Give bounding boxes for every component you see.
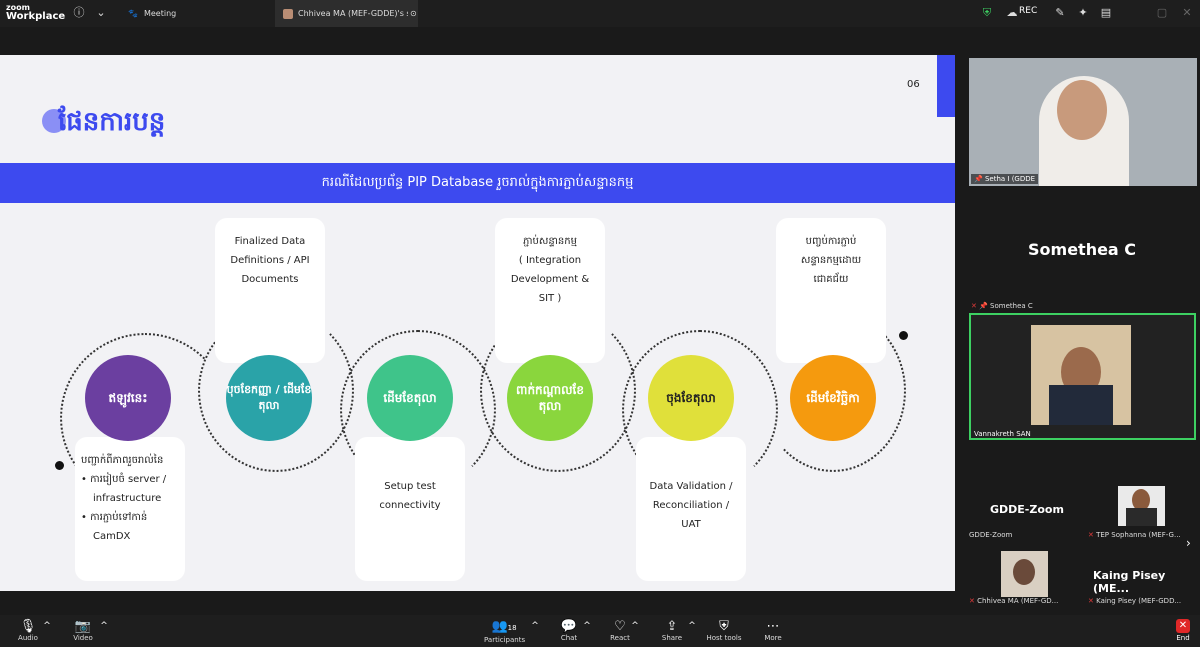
step-circle-2: បុចខែកញ្ញា / ដើមខែតុលា xyxy=(226,355,312,441)
magic-icon[interactable]: ✎ xyxy=(1053,6,1067,20)
tab-screen-share[interactable]: Chhivea MA (MEF-GDDE)'s screer ⊙ xyxy=(275,0,418,27)
sparkle-icon[interactable]: ✦ xyxy=(1076,6,1090,20)
layout-icon[interactable]: ▤ xyxy=(1099,6,1113,20)
slide: 06 ផែនការបន្ត ករណីដែលប្រព័ន្ធ PIP Databa… xyxy=(0,55,955,591)
active-speaker-name: Somethea C xyxy=(1028,240,1137,259)
host-tools-button[interactable]: ⛨ Host tools xyxy=(704,619,744,642)
paw-icon: 🐾 xyxy=(128,9,138,18)
info-icon[interactable]: ⓘ xyxy=(72,6,86,20)
timeline-end-dot xyxy=(899,331,908,340)
share-chevron[interactable]: ^ xyxy=(685,619,699,634)
video-options-chevron[interactable]: ^ xyxy=(97,619,111,634)
slide-title: ផែនការបន្ត xyxy=(58,107,166,137)
step-card-6: បញ្ចប់ការភ្ជាប់ សន្ទានកម្មដោយ ជោគជ័យ xyxy=(776,218,886,363)
end-icon: ✕ xyxy=(1176,619,1190,633)
face xyxy=(1057,80,1107,140)
page-number: 06 xyxy=(907,79,920,90)
cloud-icon: ☁ xyxy=(1006,6,1018,19)
more-icon: ⋯ xyxy=(766,619,780,634)
avatar-tep xyxy=(1118,486,1165,526)
restore-icon[interactable]: ▢ xyxy=(1155,6,1169,20)
video-tile-vannakreth[interactable] xyxy=(969,313,1196,440)
tile-gdde-label: GDDE-Zoom xyxy=(969,531,1013,539)
bottom-toolbar: 🎙 Audio ^ 📷 Video ^ 👥18 Participants ^ 💬… xyxy=(0,615,1200,647)
tep-label: ✕ TEP Sophanna (MEF-G... xyxy=(1088,531,1181,539)
shared-screen: 06 ផែនការបន្ត ករណីដែលប្រព័ន្ធ PIP Databa… xyxy=(0,27,955,615)
end-button[interactable]: ✕ End xyxy=(1176,619,1190,642)
step-circle-3: ដើមខែតុលា xyxy=(367,355,453,441)
step-circle-4: ពាក់កណ្តាលខែតុលា xyxy=(507,355,593,441)
step-card-5: Data Validation / Reconciliation / UAT xyxy=(636,437,746,581)
shield-icon: ⛨ xyxy=(719,619,729,634)
step-card-3: Setup test connectivity xyxy=(355,437,465,581)
rec-label[interactable]: REC xyxy=(1019,6,1040,16)
step-circle-6: ដើមខែវិច្ឆិកា xyxy=(790,355,876,441)
chat-chevron[interactable]: ^ xyxy=(580,619,594,634)
more-button[interactable]: ⋯ More xyxy=(753,619,793,642)
participants-icon: 👥18 xyxy=(491,619,517,634)
tile-kaing: Kaing Pisey (ME... xyxy=(1093,569,1166,595)
avatar-chhivea xyxy=(1001,551,1048,597)
video1-name: 📌 Setha I (GDDE xyxy=(971,174,1039,184)
shield-icon[interactable]: ⛨ xyxy=(980,6,994,20)
step-circle-1: ឥឡូវនេះ xyxy=(85,355,171,441)
step-card-4: ភ្ជាប់សន្ទានកម្ម ( Integration Developme… xyxy=(495,218,605,363)
step-card-1: បញ្ជាក់ពីភាពរួចរាល់នៃ • ការរៀបចំ server … xyxy=(75,437,185,581)
chhivea-label: ✕ Chhivea MA (MEF-GD... xyxy=(969,597,1059,605)
avatar xyxy=(283,8,293,19)
participants-chevron[interactable]: ^ xyxy=(528,619,542,634)
kaing-label: ✕ Kaing Pisey (MEF-GDD... xyxy=(1088,597,1182,605)
timeline-start-dot xyxy=(55,461,64,470)
top-bar: zoom Workplace ⓘ ⌄ 🐾 Meeting Chhivea MA … xyxy=(0,0,1200,27)
suit xyxy=(1049,385,1113,425)
step-card-2: Finalized Data Definitions / API Documen… xyxy=(215,218,325,363)
audio-options-chevron[interactable]: ^ xyxy=(40,619,54,634)
banner-text: ករណីដែលប្រព័ន្ធ PIP Database រួចរាល់ក្នុ… xyxy=(321,174,634,190)
more-icon[interactable]: ⊙ xyxy=(410,9,417,18)
next-page-icon[interactable]: › xyxy=(1186,536,1191,550)
tab-screen-share-label: Chhivea MA (MEF-GDDE)'s screer xyxy=(298,9,408,18)
tab-meeting[interactable]: 🐾 Meeting xyxy=(120,0,270,27)
video-tile-setha[interactable] xyxy=(969,58,1197,186)
slide-edge-bar xyxy=(937,55,955,117)
react-chevron[interactable]: ^ xyxy=(628,619,642,634)
tile-gdde: GDDE-Zoom xyxy=(990,503,1064,516)
somethea-label: ✕ 📌 Somethea C xyxy=(971,302,1033,310)
step-circle-5: ចុងខែតុលា xyxy=(648,355,734,441)
zoom-logo: zoom Workplace xyxy=(6,3,66,22)
video2-name: Vannakreth SAN xyxy=(974,430,1031,438)
participants-button[interactable]: 👥18 Participants xyxy=(484,619,525,644)
chevron-down-icon[interactable]: ⌄ xyxy=(94,6,108,20)
close-icon[interactable]: ✕ xyxy=(1180,6,1194,20)
banner: ករណីដែលប្រព័ន្ធ PIP Database រួចរាល់ក្នុ… xyxy=(0,163,955,203)
participants-count: 18 xyxy=(507,624,517,632)
video-frame xyxy=(1031,325,1131,425)
tab-meeting-label: Meeting xyxy=(143,9,177,18)
